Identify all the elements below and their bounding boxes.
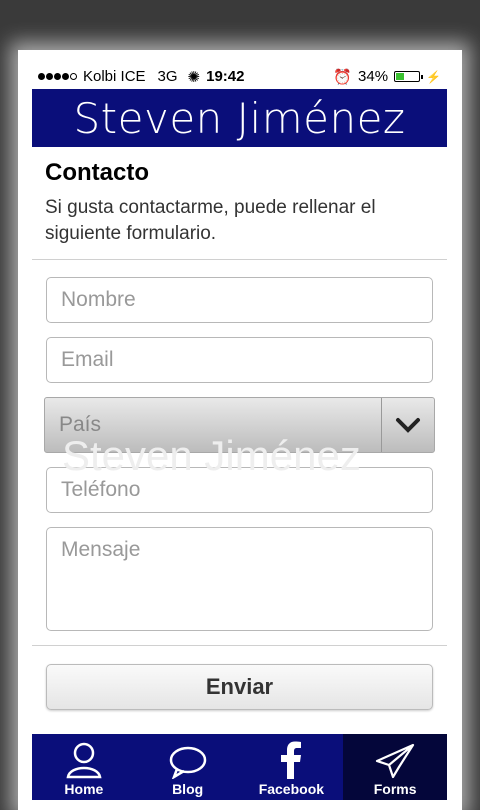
network-type: 3G — [157, 68, 178, 85]
battery-icon — [394, 71, 424, 82]
send-label: Enviar — [205, 674, 274, 699]
contact-intro: Contacto Si gusta contactarme, puede rel… — [32, 147, 447, 260]
chevron-down-icon[interactable] — [381, 398, 434, 452]
country-select[interactable]: País — [44, 397, 435, 453]
speech-bubble-icon — [169, 746, 206, 779]
tab-bar: Home Blog Facebook Forms — [32, 734, 447, 800]
contact-form: Nombre Email País Steven Jiménez Teléfon… — [32, 260, 447, 710]
battery-percent: 34% — [358, 68, 389, 85]
name-placeholder: Nombre — [61, 288, 136, 311]
country-placeholder: País — [59, 413, 102, 436]
charging-icon: ⚡ — [426, 69, 441, 84]
facebook-icon — [281, 741, 302, 779]
tab-forms[interactable]: Forms — [343, 734, 447, 800]
tab-blog[interactable]: Blog — [136, 734, 240, 800]
message-placeholder: Mensaje — [61, 538, 141, 561]
alarm-icon: ⏰ — [333, 68, 353, 86]
email-placeholder: Email — [61, 348, 114, 371]
tab-label: Forms — [373, 781, 417, 797]
email-field[interactable]: Email — [46, 337, 433, 383]
status-bar: Kolbi ICE 3G ✺ 19:42 ⏰ 34% ⚡ — [32, 64, 447, 89]
person-icon — [66, 742, 102, 779]
activity-spinner-icon: ✺ — [187, 68, 201, 86]
tab-home[interactable]: Home — [32, 734, 136, 800]
phone-placeholder: Teléfono — [61, 478, 141, 501]
tab-label: Blog — [172, 781, 204, 797]
phone-field[interactable]: Teléfono — [46, 467, 433, 513]
intro-text: Si gusta contactarme, puede rellenar el … — [45, 197, 376, 244]
paper-plane-icon — [376, 743, 415, 779]
site-title: Steven Jiménez — [73, 93, 406, 143]
carrier: Kolbi ICE — [83, 68, 146, 85]
signal-icon — [38, 73, 77, 80]
tab-label: Facebook — [258, 781, 325, 797]
app-screen: Kolbi ICE 3G ✺ 19:42 ⏰ 34% ⚡ Steven Jimé… — [32, 64, 447, 800]
message-field[interactable]: Mensaje — [46, 527, 433, 631]
divider — [32, 645, 447, 646]
clock: 19:42 — [206, 68, 245, 85]
tab-facebook[interactable]: Facebook — [240, 734, 344, 800]
tab-label: Home — [64, 781, 104, 797]
name-field[interactable]: Nombre — [46, 277, 433, 323]
app-header: Steven Jiménez — [32, 89, 447, 147]
send-button[interactable]: Enviar — [46, 664, 433, 710]
page-title: Contacto — [45, 159, 149, 186]
